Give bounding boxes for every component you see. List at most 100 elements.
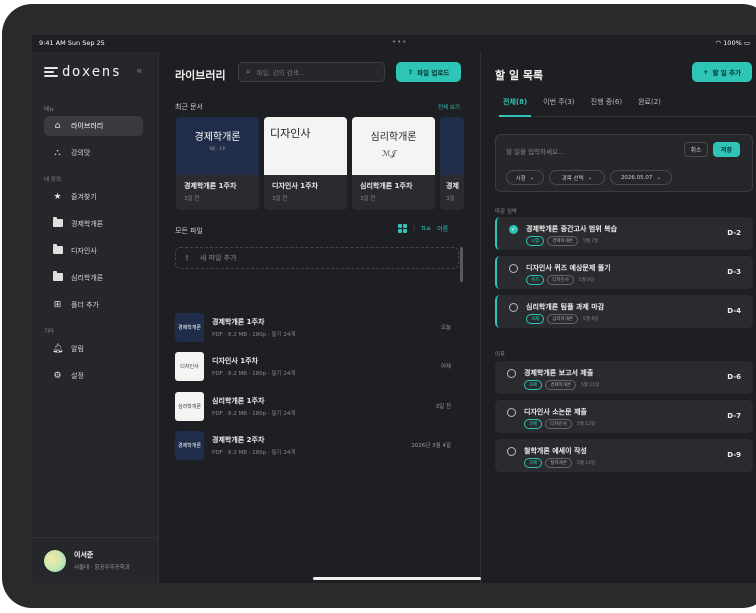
- file-meta: PDF · 8.2 MB · 180p · 필기 24개: [212, 449, 296, 456]
- thumb-title: 디자인사: [270, 127, 311, 140]
- checkbox-icon[interactable]: [509, 303, 518, 312]
- avatar: [44, 549, 66, 572]
- chip-label: 시험: [515, 175, 526, 182]
- upload-label: 파일 업로드: [417, 69, 450, 77]
- task-item[interactable]: 심리학개론 팀플 과제 마감 과제 심리학개론 5월 9일 D-4: [495, 295, 753, 328]
- sidebar-item-notifications[interactable]: 🔔︎ 알림: [44, 339, 143, 359]
- multitask-dots-icon[interactable]: •••: [392, 38, 407, 46]
- todo-input[interactable]: 할 일을 입력하세요...: [506, 146, 564, 156]
- search-input[interactable]: ⌕ 파일, 강의 검색...: [238, 62, 385, 82]
- task-type-tag: 과제: [524, 458, 543, 468]
- chevron-down-icon: ⌄: [656, 174, 662, 181]
- folder-icon: [52, 270, 63, 284]
- bell-icon: 🔔︎: [52, 344, 64, 354]
- app-logo[interactable]: doxens: [44, 64, 122, 80]
- task-item[interactable]: 디자인사 퀴즈 예상문제 풀기 퀴즈 디자인사 5월 8일 D-3: [495, 256, 753, 289]
- chip-label: 과목 선택: [561, 175, 584, 182]
- checkbox-icon[interactable]: [507, 408, 516, 417]
- file-row[interactable]: 경제학개론 경제학개론 2주차 PDF · 8.2 MB · 180p · 필기 …: [175, 429, 459, 461]
- upload-button[interactable]: ⇪ 파일 업로드: [396, 62, 461, 82]
- add-file-button[interactable]: ⇪ 새 파일 추가: [175, 247, 459, 269]
- task-item[interactable]: ✓ 경제학개론 중간고사 범위 복습 시험 경제학개론 5월 7일 D-2: [495, 217, 753, 250]
- thumb-title: 경제학개론: [194, 132, 241, 143]
- task-dday: D-2: [727, 229, 741, 237]
- sidebar-item-library[interactable]: ⌂ 라이브러리: [44, 116, 143, 136]
- task-type-tag: 과제: [524, 419, 543, 429]
- scrollbar[interactable]: [460, 247, 463, 282]
- folder-icon: [52, 216, 63, 230]
- grid-view-icon[interactable]: [398, 224, 407, 233]
- file-name: 경제학개론 2주차: [212, 435, 265, 444]
- task-subject-tag: 심리학개론: [547, 314, 578, 324]
- gear-icon: ⚙: [53, 371, 62, 381]
- checkbox-icon[interactable]: [509, 264, 518, 273]
- recent-card[interactable]: 디자인사 디자인사 1주차 3일 전: [264, 117, 347, 210]
- see-all-link[interactable]: 전체 보기: [438, 103, 460, 111]
- task-item[interactable]: 디자인사 소논문 제출 과제 디자인사 5월 12일 D-7: [495, 400, 753, 433]
- sort-label[interactable]: 이름: [437, 224, 448, 233]
- tab-all[interactable]: 전체(8): [495, 97, 535, 117]
- task-item[interactable]: 경제학개론 보고서 제출 과제 경제학개론 5월 11일 D-6: [495, 361, 753, 394]
- tab-this-week[interactable]: 이번 주(3): [535, 97, 582, 116]
- file-meta: PDF · 8.2 MB · 180p · 필기 24개: [212, 331, 296, 338]
- collapse-sidebar-icon[interactable]: «: [136, 64, 143, 77]
- home-icon: ⌂: [54, 121, 61, 131]
- task-name: 심리학개론 팀플 과제 마감: [526, 303, 605, 311]
- checkbox-icon[interactable]: [507, 447, 516, 456]
- task-type-tag: 시험: [526, 236, 545, 246]
- sidebar-item-favorites[interactable]: ★ 즐겨찾기: [44, 187, 143, 207]
- task-dday: D-9: [727, 451, 741, 459]
- file-thumbnail: 경제학개론: [175, 430, 204, 460]
- save-button[interactable]: 저장: [713, 142, 740, 157]
- type-select[interactable]: 시험 ⌄: [506, 170, 544, 185]
- home-indicator[interactable]: [313, 577, 481, 580]
- chevron-down-icon: ⌄: [529, 174, 535, 181]
- date-select[interactable]: 2026.05.07 ⌄: [610, 170, 672, 185]
- battery-level: 100%: [723, 39, 742, 47]
- todo-panel: 할 일 목록 + 할 일 추가 전체(8) 이번 주(3) 진행 중(6) 완료…: [481, 52, 756, 583]
- section-label-my: 내 강의: [44, 177, 61, 183]
- tab-done[interactable]: 완료(2): [630, 97, 669, 116]
- add-todo-button[interactable]: + 할 일 추가: [692, 62, 752, 82]
- task-date: 5월 7일: [582, 239, 599, 244]
- task-name: 경제학개론 중간고사 범위 복습: [526, 225, 618, 233]
- view-controls: | ⇅≡ 이름: [398, 224, 448, 233]
- tab-in-progress[interactable]: 진행 중(6): [583, 97, 630, 116]
- recent-card[interactable]: 경제 3일: [440, 117, 464, 210]
- card-date: 3일 전: [184, 196, 200, 202]
- add-todo-label: 할 일 추가: [712, 69, 741, 77]
- user-profile[interactable]: 이서준 서울대 · 항공우주공학과: [32, 537, 159, 583]
- task-dday: D-3: [727, 268, 741, 276]
- sidebar-item-psychology[interactable]: 심리학개론: [44, 268, 143, 288]
- recent-card[interactable]: 심리학개론 ℳ𝒥 심리학개론 1주차 3일 전: [352, 117, 435, 210]
- checkbox-icon[interactable]: [507, 369, 516, 378]
- subject-select[interactable]: 과목 선택 ⌄: [549, 170, 605, 185]
- sort-icon[interactable]: ⇅≡: [421, 225, 431, 232]
- lecture-icon: ⛬: [54, 148, 61, 158]
- sidebar-item-lectures[interactable]: ⛬ 강의맛: [44, 143, 143, 163]
- upload-icon: ⇪: [184, 254, 190, 262]
- task-date: 5월 11일: [580, 383, 600, 388]
- recent-card[interactable]: 경제학개론 9장 · 1주 경제학개론 1주차 3일 전: [176, 117, 259, 210]
- task-item[interactable]: 철학개론 에세이 작성 과제 철학개론 5월 14일 D-9: [495, 439, 753, 472]
- sidebar-item-settings[interactable]: ⚙ 설정: [44, 366, 143, 386]
- sidebar-item-economics[interactable]: 경제학개론: [44, 214, 143, 234]
- file-thumbnail: 심리학개론: [175, 391, 204, 421]
- file-thumbnail: 경제학개론: [175, 312, 204, 342]
- todo-tabs: 전체(8) 이번 주(3) 진행 중(6) 완료(2): [495, 97, 756, 117]
- page-title: 라이브러리: [175, 69, 226, 82]
- add-folder-icon: ⊞: [53, 300, 62, 310]
- status-time: 9:41 AM Sun Sep 25: [39, 39, 105, 47]
- thumb-title: 심리학개론: [370, 132, 417, 143]
- file-date: 2026년 3월 4일: [411, 443, 451, 449]
- file-row[interactable]: 경제학개론 경제학개론 1주차 PDF · 8.2 MB · 180p · 필기 …: [175, 311, 459, 343]
- task-name: 경제학개론 보고서 제출: [524, 369, 594, 377]
- checkbox-checked-icon[interactable]: ✓: [509, 225, 518, 234]
- sidebar-item-label: 심리학개론: [71, 274, 104, 282]
- file-row[interactable]: 디자인사 디자인사 1주차 PDF · 8.2 MB · 180p · 필기 24…: [175, 350, 459, 382]
- sidebar-item-design[interactable]: 디자인사: [44, 241, 143, 261]
- sidebar-item-add-folder[interactable]: ⊞ 폴더 추가: [44, 295, 143, 315]
- task-name: 디자인사 소논문 제출: [524, 408, 587, 416]
- cancel-button[interactable]: 취소: [684, 142, 708, 157]
- file-row[interactable]: 심리학개론 심리학개론 1주차 PDF · 8.2 MB · 180p · 필기 …: [175, 390, 459, 422]
